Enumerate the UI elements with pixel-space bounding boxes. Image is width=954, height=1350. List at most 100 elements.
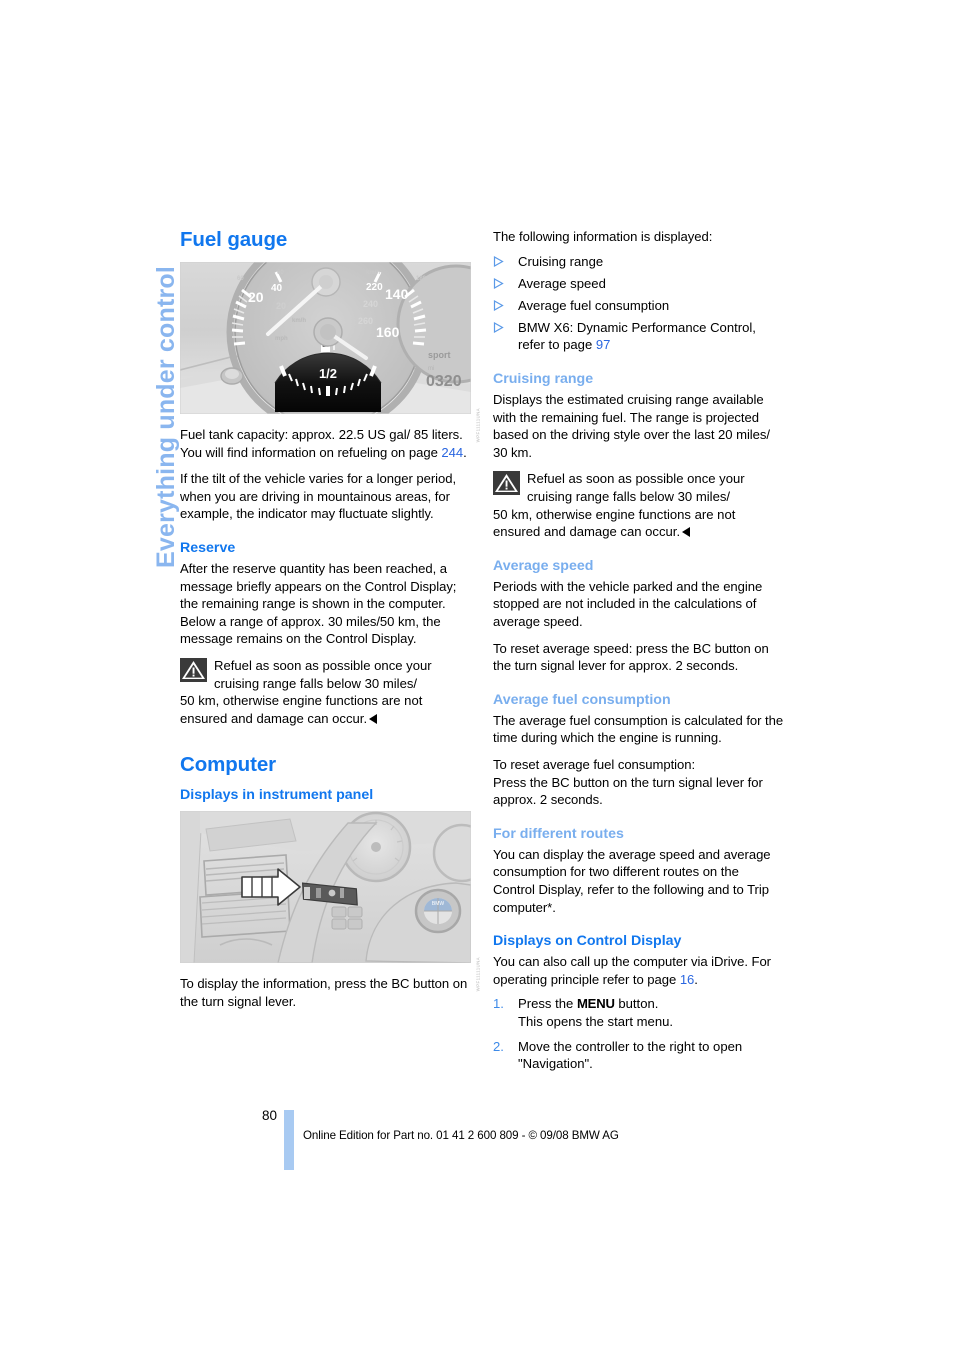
warning-cruising-rest-text: 50 km, otherwise engine functions are no… (493, 506, 736, 540)
page-title-computer: Computer (180, 753, 277, 777)
fuel-capacity-text: Fuel tank capacity: approx. 22.5 US gal/… (180, 427, 463, 460)
triangle-bullet-icon (493, 277, 504, 289)
svg-text:140: 140 (385, 286, 409, 302)
paragraph-displays-control: You can also call up the computer via iD… (493, 953, 784, 988)
step-2: 2. Move the controller to the right to o… (493, 1038, 784, 1073)
average-fuel-reset-line1: To reset average fuel consumption: (493, 756, 696, 772)
chapter-tab-label: Everything under control (152, 265, 180, 568)
paragraph-average-speed-2: To reset average speed: press the BC but… (493, 640, 769, 674)
end-of-warning-marker (369, 713, 378, 724)
figure-credit: WPF11111UNA (475, 408, 480, 443)
procedure-steps: 1. Press the MENU button. This opens the… (493, 995, 784, 1072)
heading-for-different-routes: For different routes (493, 825, 624, 842)
heading-cruising-range: Cruising range (493, 371, 594, 388)
list-item: Cruising range (493, 253, 784, 271)
svg-text:0320: 0320 (426, 373, 462, 390)
step-1-line2: This opens the start menu. (518, 1013, 674, 1029)
warning-reserve-line1: Refuel as soon as possible once your (214, 657, 432, 673)
warning-reserve-rest-text: 50 km, otherwise engine functions are no… (180, 693, 423, 726)
displayed-info-list: Cruising range Average speed Average fue… (493, 253, 784, 354)
paragraph-reserve: After the reserve quantity has been reac… (180, 560, 457, 647)
svg-text:240: 240 (363, 299, 378, 309)
page-reference-16[interactable]: 16 (680, 972, 695, 987)
paragraph-average-speed-1: Periods with the vehicle parked and the … (493, 578, 763, 629)
heading-reserve: Reserve (180, 539, 236, 556)
svg-text:220: 220 (366, 282, 383, 293)
svg-text:1/2: 1/2 (319, 366, 337, 381)
warning-reserve-rest: 50 km, otherwise engine functions are no… (180, 692, 471, 727)
list-item-label: Average speed (518, 275, 606, 291)
list-item: Average fuel consumption (493, 297, 784, 315)
svg-text:20: 20 (248, 289, 264, 305)
warning-reserve-line2: cruising range falls below 30 miles/ (214, 675, 418, 691)
svg-text:mph: mph (275, 336, 288, 342)
svg-text:BMW: BMW (432, 901, 445, 907)
svg-text:sport: sport (428, 350, 451, 360)
right-column: The following information is displayed: … (493, 228, 784, 1080)
triangle-bullet-icon (493, 255, 504, 267)
step-2-text: Move the controller to the right to open… (518, 1038, 743, 1072)
fuel-gauge-illustration: 20 40 20 220 240 260 140 160 60 km/h 60 … (180, 262, 471, 414)
paragraph-fuel-capacity: Fuel tank capacity: approx. 22.5 US gal/… (180, 426, 471, 461)
paragraph-tilt: If the tilt of the vehicle varies for a … (180, 471, 457, 522)
left-column: Fuel gauge 20 40 20 220 240 260 140 160 … (180, 228, 480, 1020)
step-1-post: button. (614, 996, 659, 1012)
heading-average-speed: Average speed (493, 557, 594, 574)
warning-icon (493, 471, 520, 496)
paragraph-average-fuel-1: The average fuel consumption is calculat… (493, 712, 784, 746)
step-number: 1. (493, 996, 504, 1012)
displays-control-text: You can also call up the computer via iD… (493, 954, 771, 987)
page-title-fuel-gauge: Fuel gauge (180, 228, 288, 251)
svg-text:mi: mi (428, 366, 434, 372)
svg-text:260: 260 (358, 316, 373, 326)
period: . (694, 971, 698, 987)
svg-text:km/h: km/h (366, 270, 380, 276)
svg-text:160: 160 (376, 324, 400, 340)
figure-instrument-panel: BMW WPF11111UNA (180, 811, 480, 992)
paragraph-average-fuel-2: To reset average fuel consumption: Press … (493, 756, 784, 809)
instrument-panel-illustration: BMW (180, 811, 471, 964)
figure2-credit: WPF11111UNA (475, 957, 480, 992)
svg-text:40: 40 (271, 283, 283, 294)
list-item: BMW X6: Dynamic Performance Control, ref… (493, 319, 784, 354)
manual-page: Everything under control Fuel gauge 20 4… (0, 0, 954, 1350)
svg-text:20: 20 (276, 301, 286, 311)
page-reference-244[interactable]: 244 (441, 445, 463, 460)
warning-reserve: Refuel as soon as possible once your cru… (180, 657, 471, 727)
warning-cruising-range: Refuel as soon as possible once your cru… (493, 470, 784, 540)
chapter-tab: Everything under control (118, 218, 180, 578)
step-1-pre: Press the (518, 996, 577, 1012)
heading-displays-instrument-panel: Displays in instrument panel (180, 787, 374, 804)
heading-average-fuel-consumption: Average fuel consumption (493, 691, 671, 708)
page-marker-bar (284, 1110, 294, 1170)
paragraph-cruising-range: Displays the estimated cruising range av… (493, 392, 770, 460)
heading-displays-on-control-display: Displays on Control Display (493, 933, 682, 950)
list-item: Average speed (493, 275, 784, 293)
warning-cruising-rest: 50 km, otherwise engine functions are no… (493, 506, 784, 541)
page-reference-97[interactable]: 97 (596, 337, 611, 352)
menu-button-label[interactable]: MENU (577, 996, 615, 1011)
warning-cruising-line2: cruising range falls below 30 miles/ (527, 489, 731, 505)
svg-text:180: 180 (416, 276, 427, 282)
step-number: 2. (493, 1038, 504, 1054)
average-fuel-reset-line2: Press the BC button on the turn signal l… (493, 774, 763, 808)
triangle-bullet-icon (493, 299, 504, 311)
period: . (463, 444, 467, 460)
paragraph-intro: The following information is displayed: (493, 229, 713, 244)
page-number: 80 (262, 1108, 278, 1123)
warning-icon (180, 657, 207, 682)
svg-text:60: 60 (277, 270, 284, 276)
footer-imprint: Online Edition for Part no. 01 41 2 600 … (303, 1129, 619, 1142)
paragraph-different-routes: You can display the average speed and av… (493, 846, 771, 915)
list-item-label: Average fuel consumption (518, 297, 670, 313)
end-of-warning-marker (682, 527, 691, 538)
figure-fuel-gauge: 20 40 20 220 240 260 140 160 60 km/h 60 … (180, 262, 480, 442)
svg-text:60: 60 (237, 276, 244, 282)
paragraph-display-info: To display the information, press the BC… (180, 976, 468, 1009)
list-item-label: Cruising range (518, 253, 604, 269)
warning-cruising-line1: Refuel as soon as possible once your (527, 471, 745, 487)
list-item-label: BMW X6: Dynamic Performance Control, ref… (518, 319, 756, 353)
step-1: 1. Press the MENU button. This opens the… (493, 995, 784, 1030)
svg-text:km/h: km/h (292, 318, 306, 324)
triangle-bullet-icon (493, 321, 504, 333)
